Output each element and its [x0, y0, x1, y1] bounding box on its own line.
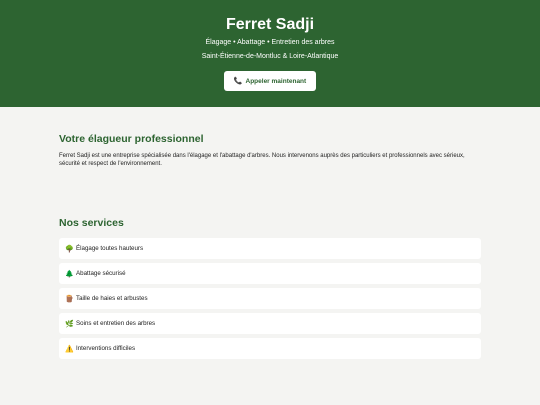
tree-icon: 🌳 — [65, 245, 74, 253]
service-label: Élagage toutes hauteurs — [76, 245, 144, 252]
service-label: Taille de haies et arbustes — [76, 295, 148, 302]
herb-leaf-icon: 🌿 — [65, 320, 74, 328]
service-label: Soins et entretien des arbres — [76, 320, 156, 327]
services-title: Nos services — [59, 217, 124, 229]
services-tagline: Élagage • Abattage • Entretien des arbre… — [205, 39, 335, 46]
page-title: Ferret Sadji — [225, 16, 315, 33]
call-now-button[interactable]: 📞 Appeler maintenant — [224, 71, 316, 91]
hero-banner: Ferret Sadji Élagage • Abattage • Entret… — [0, 0, 540, 107]
call-now-label: Appeler maintenant — [245, 77, 307, 85]
service-label: Abattage sécurisé — [76, 270, 126, 277]
warning-icon: ⚠️ — [65, 345, 74, 353]
evergreen-tree-icon: 🌲 — [65, 270, 74, 278]
service-item-soins: 🌿 Soins et entretien des arbres — [59, 313, 481, 334]
service-label: Interventions difficiles — [76, 345, 136, 352]
about-text: Ferret Sadji est une entreprise spéciali… — [59, 153, 465, 167]
service-item-interventions: ⚠️ Interventions difficiles — [59, 338, 481, 359]
service-item-elagage: 🌳 Élagage toutes hauteurs — [59, 238, 481, 259]
wood-log-icon: 🪵 — [65, 295, 74, 303]
service-item-taille-haies: 🪵 Taille de haies et arbustes — [59, 288, 481, 309]
about-title: Votre élagueur professionnel — [59, 133, 204, 145]
phone-icon: 📞 — [233, 78, 243, 85]
service-area: Saint-Étienne-de-Montluc & Loire-Atlanti… — [201, 53, 339, 60]
service-item-abattage: 🌲 Abattage sécurisé — [59, 263, 481, 284]
